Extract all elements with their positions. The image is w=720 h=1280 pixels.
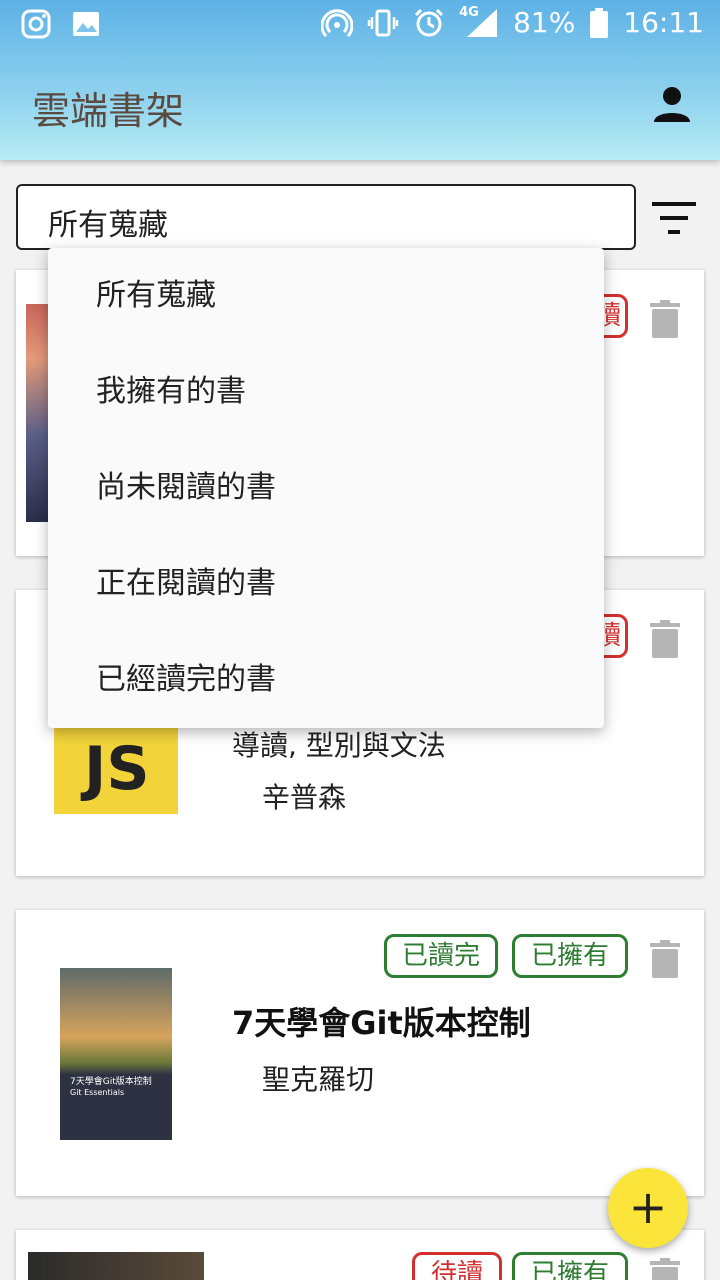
alarm-icon bbox=[415, 8, 444, 36]
vibrate-icon bbox=[367, 9, 399, 36]
signal-icon: 4G bbox=[459, 4, 499, 39]
trash-icon[interactable] bbox=[650, 940, 680, 978]
app-title: 雲端書架 bbox=[32, 89, 185, 133]
status-tag-to-read: 待讀 bbox=[412, 1252, 502, 1280]
book-subtitle: 導讀, 型別與文法 bbox=[232, 729, 446, 762]
menu-item-unread[interactable]: 尚未閱讀的書 bbox=[48, 440, 604, 536]
filter-icon[interactable] bbox=[648, 196, 700, 240]
book-title: 7天學會Git版本控制 bbox=[232, 1004, 531, 1042]
menu-item-reading[interactable]: 正在閱讀的書 bbox=[48, 536, 604, 632]
book-author: 辛普森 bbox=[262, 781, 347, 814]
book-cover bbox=[28, 1252, 204, 1280]
book-card[interactable]: 待讀 已擁有 bbox=[16, 1230, 704, 1280]
trash-icon[interactable] bbox=[650, 1258, 680, 1280]
book-cover: 7天學會Git版本控制 Git Essentials bbox=[60, 968, 172, 1140]
battery-percent: 81% bbox=[513, 6, 576, 39]
add-icon: + bbox=[628, 1180, 668, 1234]
instagram-icon bbox=[21, 9, 51, 39]
selected-filter: 所有蒐藏 bbox=[48, 208, 168, 243]
filter-dropdown-menu: 所有蒐藏 我擁有的書 尚未閱讀的書 正在閱讀的書 已經讀完的書 bbox=[48, 248, 604, 728]
account-icon[interactable] bbox=[652, 84, 692, 124]
status-tag-read: 已讀完 bbox=[384, 934, 498, 978]
cover-js-text: JS bbox=[84, 734, 150, 804]
book-card[interactable]: 7天學會Git版本控制 Git Essentials 已讀完 已擁有 7天學會G… bbox=[16, 910, 704, 1196]
menu-item-all[interactable]: 所有蒐藏 bbox=[48, 248, 604, 344]
collection-filter-select[interactable]: 所有蒐藏 bbox=[16, 184, 636, 250]
battery-icon bbox=[590, 7, 609, 38]
menu-item-finished[interactable]: 已經讀完的書 bbox=[48, 632, 604, 728]
book-cover: JS bbox=[54, 728, 178, 814]
status-tag-owned: 已擁有 bbox=[512, 1252, 628, 1280]
trash-icon[interactable] bbox=[650, 300, 680, 338]
status-tag-owned: 已擁有 bbox=[512, 934, 628, 978]
clock: 16:11 bbox=[623, 6, 704, 39]
trash-icon[interactable] bbox=[650, 620, 680, 658]
status-bar: 4G 81% 16:11 bbox=[0, 0, 720, 48]
image-icon bbox=[73, 12, 99, 36]
cover-subtitle: Git Essentials bbox=[70, 1088, 125, 1097]
network-type: 4G bbox=[459, 4, 479, 20]
menu-item-owned[interactable]: 我擁有的書 bbox=[48, 344, 604, 440]
cover-title: 7天學會Git版本控制 bbox=[70, 1077, 152, 1087]
hotspot-icon bbox=[321, 8, 354, 37]
book-author: 聖克羅切 bbox=[262, 1063, 375, 1096]
app-bar: 4G 81% 16:11 雲端書架 bbox=[0, 0, 720, 160]
add-book-button[interactable]: + bbox=[608, 1168, 688, 1248]
